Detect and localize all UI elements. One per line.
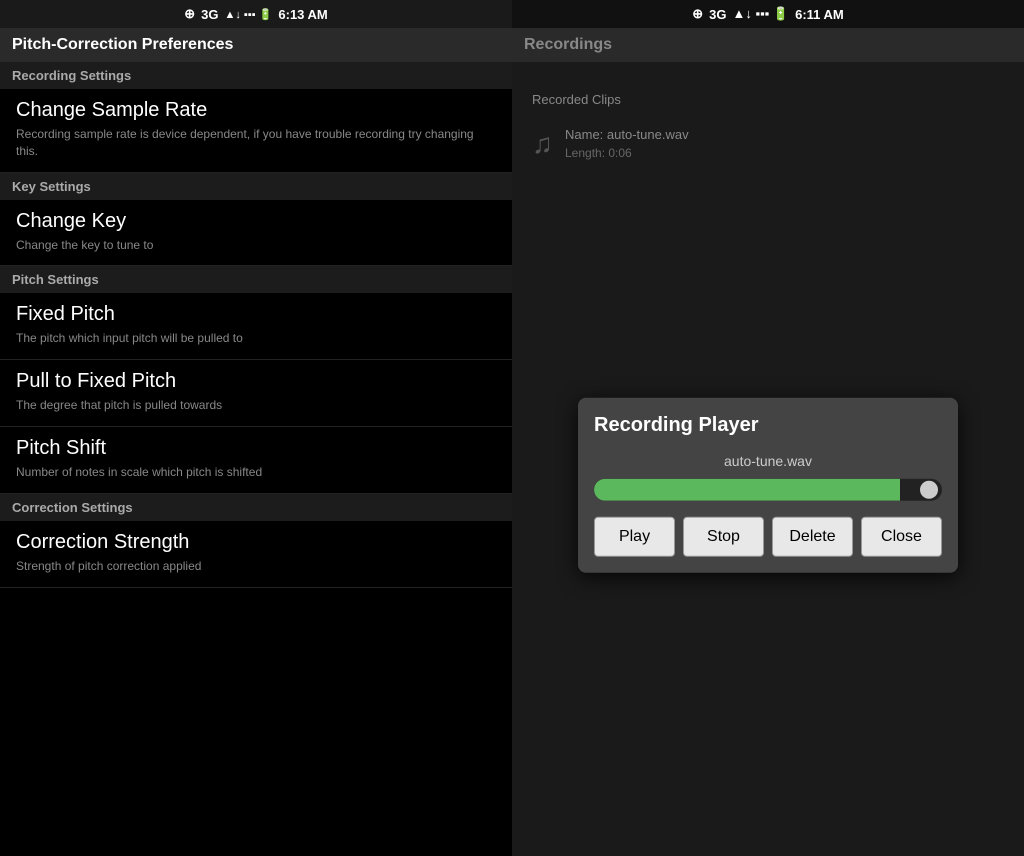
setting-correction-strength[interactable]: Correction Strength Strength of pitch co… [0,521,512,588]
player-title: Recording Player [594,414,942,437]
setting-pull-to-fixed-pitch[interactable]: Pull to Fixed Pitch The degree that pitc… [0,360,512,427]
right-content: Recorded Clips ♫ Name: auto-tune.wav Len… [512,62,1024,856]
player-progress-fill [594,479,900,501]
play-button[interactable]: Play [594,517,675,557]
player-progress-thumb [920,481,938,499]
recorded-clips-section: Recorded Clips ♫ Name: auto-tune.wav Len… [532,82,1004,178]
setting-title-correction: Correction Strength [16,531,496,554]
setting-fixed-pitch[interactable]: Fixed Pitch The pitch which input pitch … [0,293,512,360]
left-app-title: Pitch-Correction Preferences [0,28,512,62]
section-header-correction: Correction Settings [0,494,512,521]
left-gps-icon: ⊕ [184,6,195,22]
section-header-key: Key Settings [0,173,512,200]
right-app-title: Recordings [512,28,1024,62]
close-button[interactable]: Close [861,517,942,557]
setting-title-fixed-pitch: Fixed Pitch [16,303,496,326]
left-signal-icons: ▲↓ ▪▪▪ 🔋 [224,8,272,21]
right-status-bar: ⊕ 3G ▲↓ ▪▪▪ 🔋 6:11 AM [512,0,1024,28]
setting-change-sample-rate[interactable]: Change Sample Rate Recording sample rate… [0,89,512,173]
right-signal-icons: ▲↓ ▪▪▪ 🔋 [732,6,789,22]
setting-desc-pull-pitch: The degree that pitch is pulled towards [16,397,496,414]
clip-name: Name: auto-tune.wav [565,127,689,142]
delete-button[interactable]: Delete [772,517,853,557]
setting-title-pull-pitch: Pull to Fixed Pitch [16,370,496,393]
setting-desc-fixed-pitch: The pitch which input pitch will be pull… [16,330,496,347]
section-header-pitch: Pitch Settings [0,266,512,293]
setting-change-key[interactable]: Change Key Change the key to tune to [0,200,512,267]
setting-title-pitch-shift: Pitch Shift [16,437,496,460]
music-icon: ♫ [532,128,553,160]
left-network: 3G [201,7,218,22]
right-panel: ⊕ 3G ▲↓ ▪▪▪ 🔋 6:11 AM Recordings Recorde… [512,0,1024,856]
right-gps-icon: ⊕ [692,6,703,22]
left-status-bar: ⊕ 3G ▲↓ ▪▪▪ 🔋 6:13 AM [0,0,512,28]
setting-desc-correction: Strength of pitch correction applied [16,558,496,575]
setting-title-key: Change Key [16,210,496,233]
clip-item[interactable]: ♫ Name: auto-tune.wav Length: 0:06 [532,119,1004,168]
player-progress-bar[interactable] [594,479,942,501]
player-buttons: Play Stop Delete Close [594,517,942,557]
setting-title-sample-rate: Change Sample Rate [16,99,496,122]
recording-player-dialog: Recording Player auto-tune.wav Play Stop… [578,398,958,573]
player-filename: auto-tune.wav [594,453,942,469]
recorded-clips-label: Recorded Clips [532,92,1004,107]
clip-info: Name: auto-tune.wav Length: 0:06 [565,127,689,160]
right-network: 3G [709,7,726,22]
setting-desc-pitch-shift: Number of notes in scale which pitch is … [16,464,496,481]
left-time: 6:13 AM [278,7,327,22]
right-time: 6:11 AM [795,7,844,22]
setting-pitch-shift[interactable]: Pitch Shift Number of notes in scale whi… [0,427,512,494]
clip-length: Length: 0:06 [565,146,689,160]
setting-desc-key: Change the key to tune to [16,237,496,254]
left-panel: ⊕ 3G ▲↓ ▪▪▪ 🔋 6:13 AM Pitch-Correction P… [0,0,512,856]
stop-button[interactable]: Stop [683,517,764,557]
section-header-recording: Recording Settings [0,62,512,89]
setting-desc-sample-rate: Recording sample rate is device dependen… [16,126,496,160]
